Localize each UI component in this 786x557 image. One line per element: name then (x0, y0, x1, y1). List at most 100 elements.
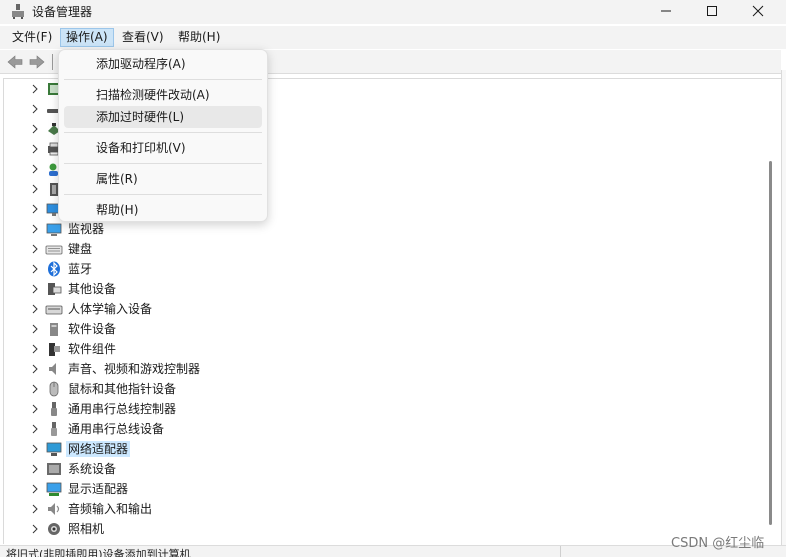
tree-node[interactable]: 键盘 (4, 239, 759, 259)
close-button[interactable] (735, 0, 781, 22)
tree-node-label: 系统设备 (68, 462, 117, 476)
tree-node[interactable]: 通用串行总线设备 (4, 419, 759, 439)
menu-help[interactable]: 帮助(H) (172, 28, 226, 47)
menu-view[interactable]: 查看(V) (116, 28, 170, 47)
menu-item-help[interactable]: 帮助(H) (64, 199, 262, 221)
display-adapter-icon (46, 482, 62, 496)
status-divider (560, 546, 561, 557)
toolbar-separator (52, 54, 53, 70)
chevron-right-icon[interactable] (30, 223, 40, 235)
title-bar: 设备管理器 (0, 0, 786, 24)
tree-node[interactable]: 软件设备 (4, 319, 759, 339)
chevron-right-icon[interactable] (30, 203, 40, 215)
audio-io-icon (48, 503, 60, 515)
tree-node-label: 通用串行总线控制器 (68, 402, 177, 416)
tree-node[interactable]: 其他设备 (4, 279, 759, 299)
chevron-right-icon[interactable] (30, 483, 40, 495)
back-arrow-icon[interactable] (6, 53, 24, 71)
menu-action[interactable]: 操作(A) (60, 28, 114, 47)
menu-separator (64, 194, 262, 195)
tree-node[interactable]: 音频输入和输出 (4, 499, 759, 519)
minimize-button[interactable] (643, 0, 689, 22)
menu-item-devices-printers[interactable]: 设备和打印机(V) (64, 137, 262, 159)
other-devices-icon (48, 283, 62, 295)
network-adapter-icon (46, 442, 62, 456)
tree-node[interactable]: 蓝牙 (4, 259, 759, 279)
tree-node[interactable]: 显示适配器 (4, 479, 759, 499)
chevron-right-icon[interactable] (30, 263, 40, 275)
menu-item-add-legacy-hardware[interactable]: 添加过时硬件(L) (64, 106, 262, 128)
monitor-icon (46, 223, 62, 236)
chevron-right-icon[interactable] (30, 463, 40, 475)
usb-icon (51, 402, 57, 416)
chevron-right-icon[interactable] (30, 363, 40, 375)
tree-node-label: 键盘 (68, 242, 93, 256)
tree-node-label: 照相机 (68, 522, 105, 536)
chevron-right-icon[interactable] (30, 523, 40, 535)
chevron-right-icon[interactable] (30, 443, 40, 455)
chevron-right-icon[interactable] (30, 243, 40, 255)
tree-node[interactable]: 通用串行总线控制器 (4, 399, 759, 419)
chevron-right-icon[interactable] (30, 303, 40, 315)
system-device-icon (47, 463, 61, 475)
menu-item-label: 扫描检测硬件改动(A) (96, 88, 210, 102)
menu-item-properties[interactable]: 属性(R) (64, 168, 262, 190)
tree-node-label: 软件组件 (68, 342, 117, 356)
software-component-icon (49, 343, 60, 356)
action-dropdown-menu: 添加驱动程序(A) 扫描检测硬件改动(A) 添加过时硬件(L) 设备和打印机(V… (58, 49, 268, 222)
tree-node[interactable]: 软件组件 (4, 339, 759, 359)
bluetooth-icon (48, 261, 60, 277)
chevron-right-icon[interactable] (30, 103, 40, 115)
tree-node-label: 软件设备 (68, 322, 117, 336)
menu-item-add-driver[interactable]: 添加驱动程序(A) (64, 53, 262, 75)
chevron-right-icon[interactable] (30, 343, 40, 355)
device-manager-app-icon (12, 4, 24, 19)
tree-node[interactable]: 鼠标和其他指针设备 (4, 379, 759, 399)
menu-item-label: 属性(R) (96, 172, 138, 186)
tree-node-label: 人体学输入设备 (68, 302, 153, 316)
maximize-button[interactable] (689, 0, 735, 22)
scrollbar-thumb[interactable] (769, 161, 772, 525)
chevron-right-icon[interactable] (30, 83, 40, 95)
tree-node[interactable]: 监视器 (4, 219, 759, 239)
chevron-right-icon[interactable] (30, 323, 40, 335)
menu-separator (64, 163, 262, 164)
chevron-right-icon[interactable] (30, 163, 40, 175)
keyboard-icon (45, 245, 63, 255)
menu-item-label: 设备和打印机(V) (96, 141, 186, 155)
hid-icon (45, 305, 63, 315)
chevron-right-icon[interactable] (30, 143, 40, 155)
chevron-right-icon[interactable] (30, 503, 40, 515)
menu-item-label: 添加驱动程序(A) (96, 57, 186, 71)
tree-node[interactable]: 人体学输入设备 (4, 299, 759, 319)
tree-node-label: 鼠标和其他指针设备 (68, 382, 177, 396)
tree-node-label: 声音、视频和游戏控制器 (68, 362, 201, 376)
chevron-right-icon[interactable] (30, 423, 40, 435)
forward-arrow-icon[interactable] (28, 53, 46, 71)
menu-file[interactable]: 文件(F) (6, 28, 58, 47)
tree-node[interactable]: 系统设备 (4, 459, 759, 479)
close-icon (752, 5, 764, 17)
menu-item-label: 帮助(H) (96, 203, 139, 217)
maximize-icon (707, 6, 717, 16)
chevron-right-icon[interactable] (30, 283, 40, 295)
chevron-right-icon[interactable] (30, 383, 40, 395)
status-bar: 将旧式(非即插即用)设备添加到计算机 (0, 545, 786, 557)
usb-device-icon (51, 422, 57, 436)
tree-node-label: 监视器 (68, 222, 105, 236)
tree-node-label: 通用串行总线设备 (68, 422, 165, 436)
tree-node[interactable]: 网络适配器 (4, 439, 759, 459)
mouse-icon (49, 381, 59, 397)
menu-separator (64, 79, 262, 80)
tree-node[interactable]: 照相机 (4, 519, 759, 539)
chevron-right-icon[interactable] (30, 183, 40, 195)
chevron-right-icon[interactable] (30, 403, 40, 415)
chevron-right-icon[interactable] (30, 123, 40, 135)
tree-node[interactable]: 声音、视频和游戏控制器 (4, 359, 759, 379)
menu-bar: 文件(F) 操作(A) 查看(V) 帮助(H) (0, 26, 786, 49)
minimize-icon (661, 10, 671, 12)
vertical-scrollbar[interactable] (760, 79, 780, 543)
menu-item-scan-hardware[interactable]: 扫描检测硬件改动(A) (64, 84, 262, 106)
tree-node-label: 显示适配器 (68, 482, 129, 496)
speaker-icon (49, 363, 56, 375)
